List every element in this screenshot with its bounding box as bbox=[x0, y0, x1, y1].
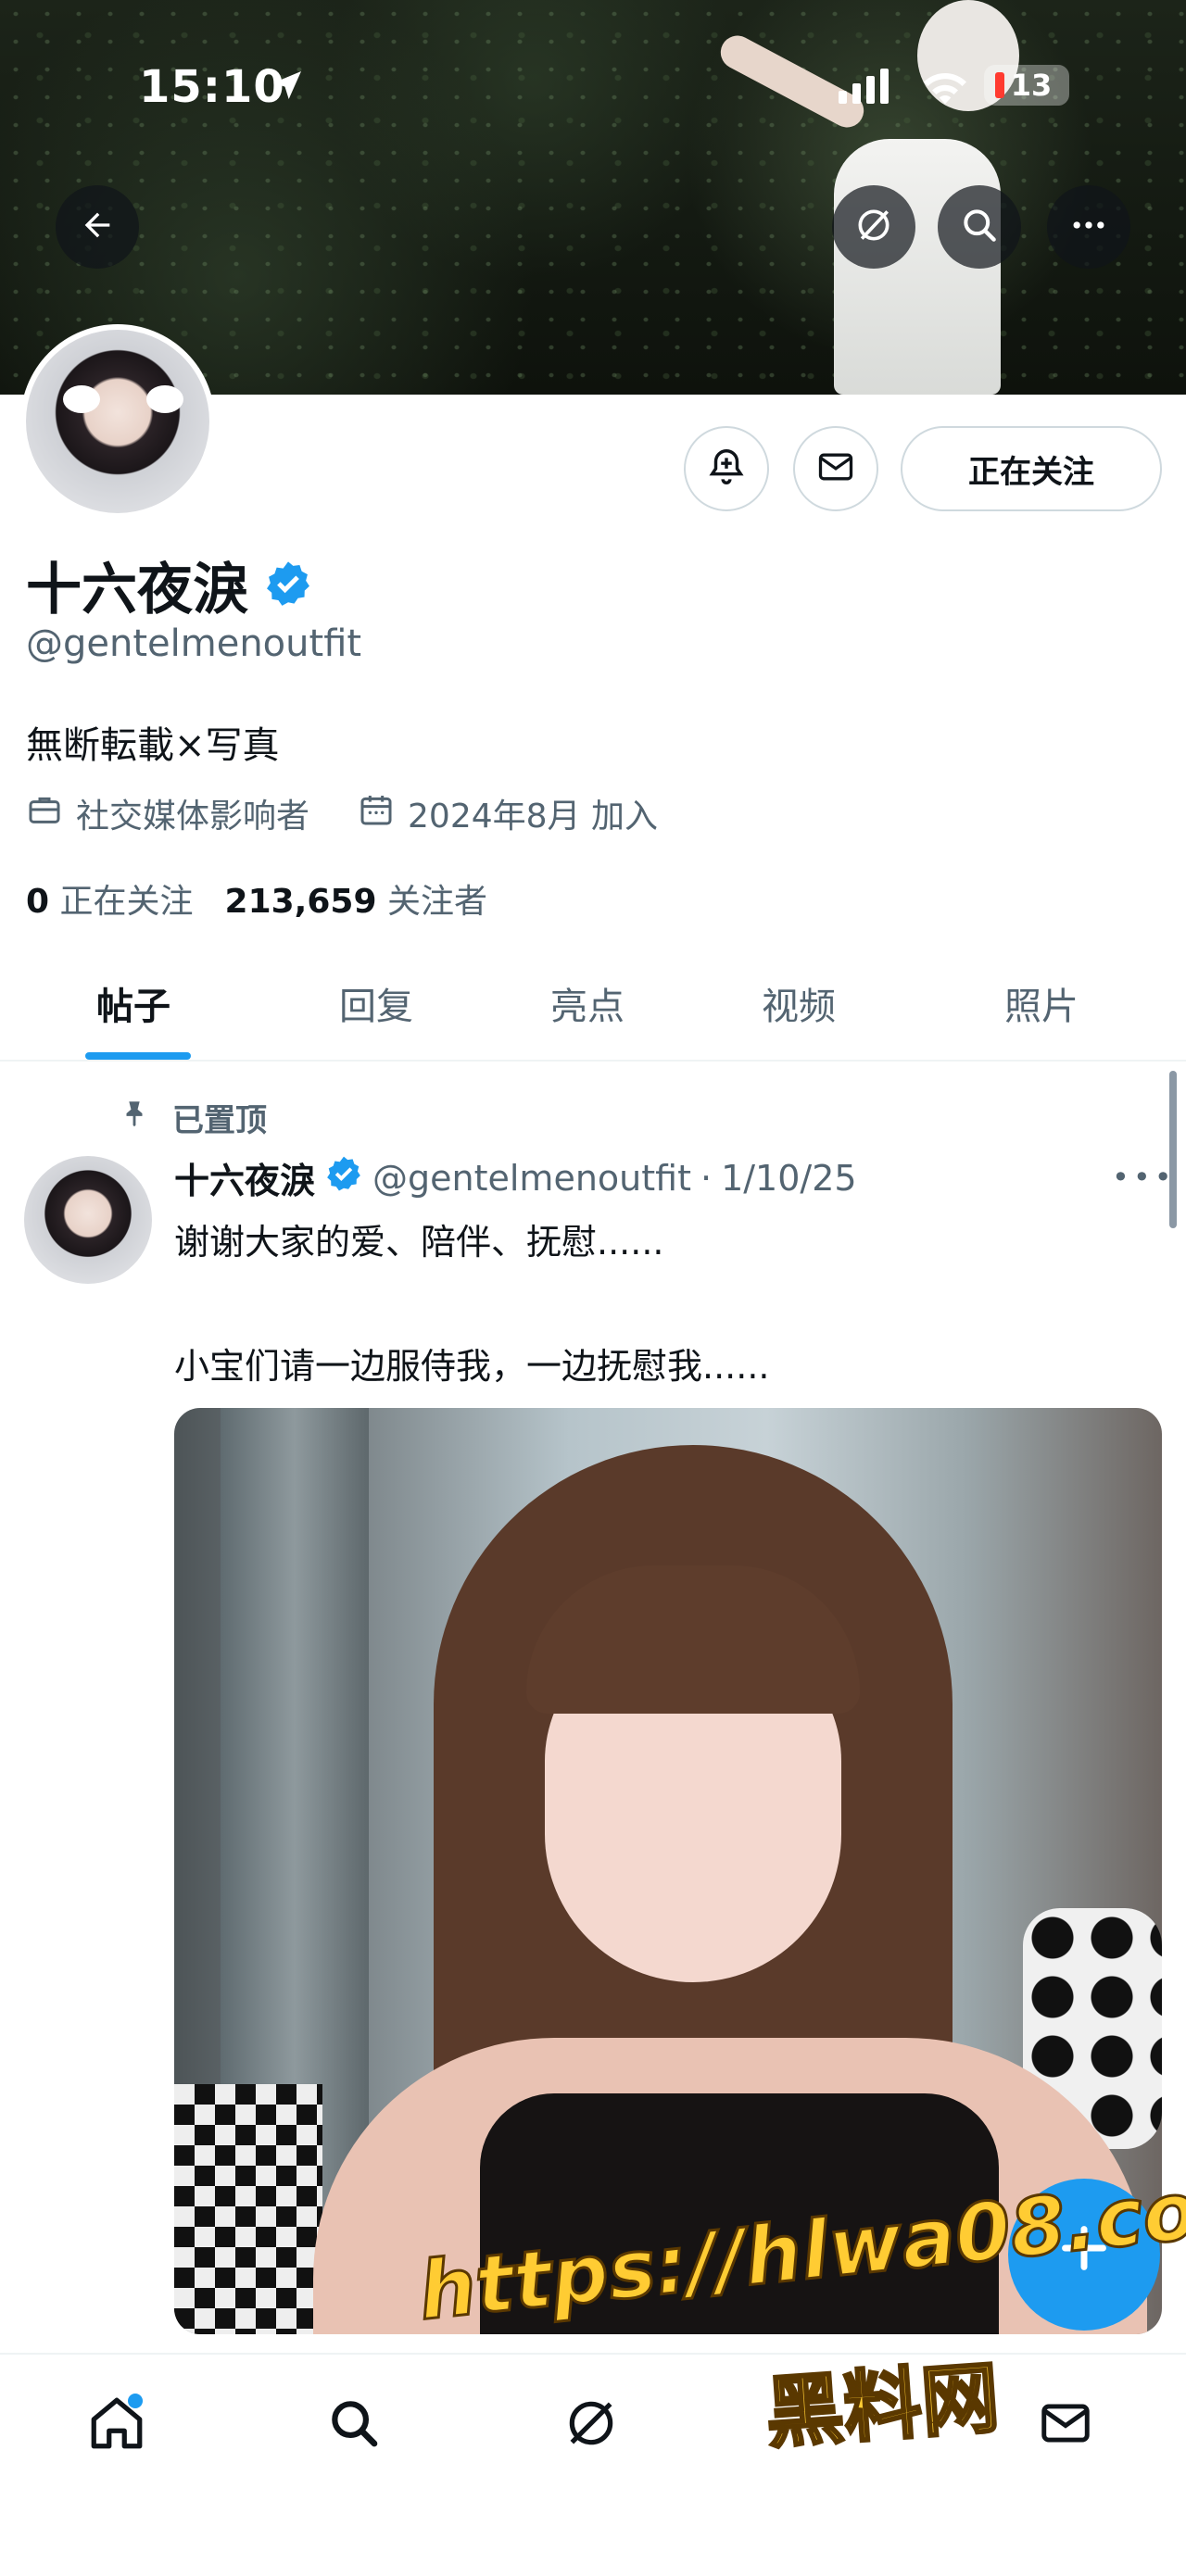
post-author-handle[interactable]: @gentelmenoutfit bbox=[372, 1158, 691, 1199]
more-button[interactable] bbox=[1047, 185, 1130, 269]
signal-icon bbox=[839, 69, 889, 104]
message-button[interactable] bbox=[793, 426, 878, 511]
back-icon bbox=[79, 207, 116, 247]
post-more-icon[interactable]: ••• bbox=[1112, 1160, 1176, 1195]
profile-bio: 無断転載×写真 bbox=[26, 724, 280, 767]
nav-messages[interactable] bbox=[1028, 2388, 1103, 2462]
followers-label: 关注者 bbox=[386, 883, 487, 921]
post-author-name[interactable]: 十六夜淚 bbox=[174, 1152, 315, 1203]
following-count: 0 bbox=[26, 883, 50, 921]
notification-plus-icon bbox=[705, 446, 748, 492]
notify-button[interactable] bbox=[684, 426, 769, 511]
profile-joined: 2024年8月 加入 bbox=[408, 798, 658, 836]
nav-grok[interactable] bbox=[554, 2388, 628, 2462]
scrollbar[interactable] bbox=[1169, 1071, 1177, 1228]
following-stat[interactable]: 0 正在关注 bbox=[26, 874, 194, 923]
post-text-line-1: 谢谢大家的爱、陪伴、抚慰...... bbox=[174, 1222, 664, 1263]
post-header: 十六夜淚 @gentelmenoutfit · 1/10/25 bbox=[174, 1152, 857, 1203]
nav-search[interactable] bbox=[317, 2388, 391, 2462]
notification-dot bbox=[128, 2394, 143, 2408]
search-button[interactable] bbox=[938, 185, 1021, 269]
verified-badge-icon bbox=[263, 559, 313, 612]
wifi-icon bbox=[917, 61, 973, 111]
search-icon bbox=[959, 205, 1000, 249]
display-name: 十六夜淚 bbox=[26, 558, 248, 622]
nav-home[interactable] bbox=[80, 2388, 154, 2462]
battery-icon: 13 bbox=[984, 65, 1069, 106]
calendar-icon bbox=[358, 791, 395, 836]
post-text-line-2: 小宝们请一边服侍我，一边抚慰我...... bbox=[174, 1346, 770, 1387]
grok-icon bbox=[853, 205, 894, 249]
more-icon bbox=[1068, 205, 1109, 249]
status-bar: 15:10 13 bbox=[0, 0, 1186, 176]
battery-level: 13 bbox=[1010, 68, 1053, 103]
pin-icon bbox=[119, 1098, 150, 1137]
watermark-name: 黑料网 bbox=[762, 2351, 1003, 2460]
profile-meta: 社交媒体影响者 2024年8月 加入 bbox=[26, 789, 658, 837]
followers-stat[interactable]: 213,659 关注者 bbox=[225, 874, 487, 923]
pinned-label: 已置顶 bbox=[172, 1102, 267, 1139]
search-icon bbox=[325, 2394, 383, 2456]
tab-videos[interactable]: 视频 bbox=[762, 976, 836, 1030]
grok-button[interactable] bbox=[832, 185, 915, 269]
profile-avatar[interactable] bbox=[20, 324, 215, 519]
post-separator: · bbox=[700, 1157, 713, 1199]
bottom-navigation bbox=[0, 2353, 1186, 2576]
following-button[interactable]: 正在关注 bbox=[901, 426, 1162, 511]
back-button[interactable] bbox=[56, 185, 139, 269]
following-label: 正在关注 bbox=[59, 883, 194, 921]
followers-count: 213,659 bbox=[224, 883, 377, 921]
post-author-avatar[interactable] bbox=[24, 1156, 152, 1284]
location-arrow-icon bbox=[269, 67, 306, 107]
tab-posts[interactable]: 帖子 bbox=[96, 976, 170, 1030]
profile-handle: @gentelmenoutfit bbox=[26, 622, 362, 665]
grok-icon bbox=[562, 2394, 620, 2456]
profile-category[interactable]: 社交媒体影响者 bbox=[76, 789, 309, 837]
post-date[interactable]: 1/10/25 bbox=[721, 1158, 857, 1199]
message-icon bbox=[815, 446, 856, 491]
active-tab-indicator bbox=[85, 1052, 191, 1060]
tab-replies[interactable]: 回复 bbox=[339, 976, 413, 1030]
tab-photos[interactable]: 照片 bbox=[1004, 976, 1079, 1030]
tab-highlights[interactable]: 亮点 bbox=[550, 976, 625, 1030]
messages-icon bbox=[1037, 2394, 1094, 2456]
profile-name-row: 十六夜淚 bbox=[26, 545, 313, 625]
briefcase-icon bbox=[26, 791, 63, 836]
verified-badge-icon bbox=[324, 1154, 363, 1201]
follow-stats: 0 正在关注 213,659 关注者 bbox=[26, 874, 487, 923]
status-time: 15:10 bbox=[139, 61, 285, 113]
pinned-indicator: 已置顶 bbox=[119, 1095, 267, 1140]
profile-tabs: 帖子 回复 亮点 视频 照片 bbox=[0, 958, 1186, 1062]
